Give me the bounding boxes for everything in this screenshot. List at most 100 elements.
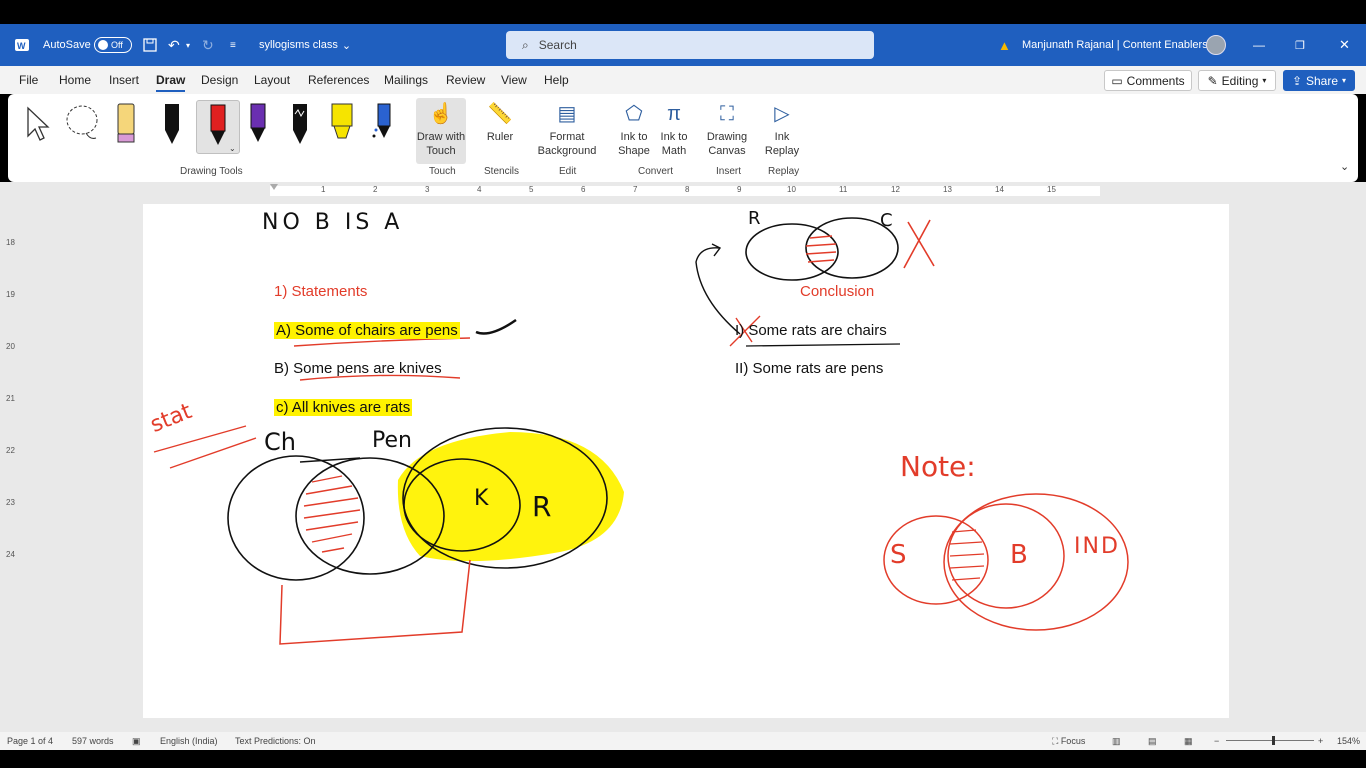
conclusion-1[interactable]: I) Some rats are chairs: [735, 322, 887, 339]
vruler-tick: 24: [6, 550, 15, 559]
group-insert: Insert: [716, 166, 742, 177]
ink-r: R: [532, 490, 552, 523]
horizontal-ruler[interactable]: 1 2 3 4 5 6 7 8 9 10 11 12 13 14 15: [270, 184, 1106, 198]
highlighter-yellow-icon[interactable]: [324, 100, 360, 150]
zoom-in-icon[interactable]: +: [1318, 736, 1323, 746]
zoom-level[interactable]: 154%: [1337, 736, 1360, 746]
restore-icon[interactable]: ❐: [1295, 24, 1305, 66]
pen-black-icon[interactable]: [154, 100, 190, 150]
tab-review[interactable]: Review: [446, 73, 485, 87]
user-name[interactable]: Manjunath Rajanal | Content Enablers: [1022, 24, 1208, 66]
minimize-icon[interactable]: —: [1253, 24, 1265, 66]
text-predictions[interactable]: Text Predictions: On: [235, 736, 316, 746]
print-layout-icon[interactable]: ▤: [1148, 736, 1157, 747]
tab-draw[interactable]: Draw: [156, 73, 186, 92]
read-mode-icon[interactable]: ▥: [1112, 736, 1121, 747]
pen-purple-icon[interactable]: [240, 100, 276, 150]
group-convert: Convert: [638, 166, 674, 177]
customize-toolbar-icon[interactable]: ≡: [230, 24, 236, 66]
comments-button[interactable]: ▭ Comments: [1104, 70, 1192, 91]
collapse-ribbon-icon[interactable]: ⌄: [1340, 160, 1349, 173]
group-drawing-tools: Drawing Tools: [180, 166, 243, 177]
tab-view[interactable]: View: [501, 73, 527, 87]
document-title[interactable]: syllogisms class ⌄: [259, 24, 351, 66]
lasso-select-icon[interactable]: [64, 100, 104, 150]
vruler-tick: 22: [6, 446, 15, 455]
tab-insert[interactable]: Insert: [109, 73, 139, 87]
vruler-tick: 18: [6, 238, 15, 247]
ink-to-shape-label: Ink to Shape: [618, 131, 650, 157]
format-background-button[interactable]: ▤ Format Background: [534, 98, 600, 158]
editing-button[interactable]: ✎ Editing ▾: [1198, 70, 1276, 91]
ink-to-shape-button[interactable]: ⬠ Ink to Shape: [616, 98, 652, 158]
statement-b[interactable]: B) Some pens are knives: [274, 360, 442, 377]
page-count[interactable]: Page 1 of 4: [7, 736, 53, 746]
tab-layout[interactable]: Layout: [254, 73, 290, 87]
save-icon[interactable]: [143, 24, 157, 66]
ruler-tick: 10: [787, 185, 796, 194]
search-box[interactable]: ⌕ Search: [506, 31, 874, 59]
web-layout-icon[interactable]: ▦: [1184, 736, 1193, 747]
statement-a-text: A) Some of chairs are pens: [274, 322, 460, 339]
language[interactable]: English (India): [160, 736, 218, 746]
tab-design[interactable]: Design: [201, 73, 238, 87]
share-icon: ⇪: [1291, 73, 1302, 88]
conclusion-heading[interactable]: Conclusion: [800, 283, 874, 300]
tab-file[interactable]: File: [19, 73, 38, 87]
pen-red-icon[interactable]: ⌄: [196, 100, 240, 154]
draw-with-touch-button[interactable]: ☝ Draw with Touch: [416, 98, 466, 164]
undo-icon[interactable]: ↶: [168, 24, 180, 66]
statement-c[interactable]: c) All knives are rats: [274, 399, 413, 416]
ruler-tick: 12: [891, 185, 900, 194]
bottom-edge: [0, 750, 1366, 768]
chevron-down-icon: ▾: [1342, 76, 1347, 85]
warning-icon[interactable]: ▲: [998, 24, 1011, 66]
ruler-button[interactable]: 📏 Ruler: [480, 98, 520, 144]
close-icon[interactable]: ✕: [1339, 24, 1350, 66]
ruler-tick: 2: [373, 185, 378, 194]
comment-icon: ▭: [1111, 73, 1123, 88]
conclusion-2[interactable]: II) Some rats are pens: [735, 360, 883, 377]
pen-blue-glitter-icon[interactable]: [366, 100, 402, 150]
avatar[interactable]: [1206, 24, 1226, 66]
statements-heading[interactable]: 1) Statements: [274, 283, 367, 300]
group-touch: Touch: [429, 166, 456, 177]
share-button[interactable]: ⇪ Share ▾: [1283, 70, 1355, 91]
ink-to-math-icon: π: [667, 103, 681, 125]
word-count[interactable]: 597 words: [72, 736, 114, 746]
chevron-down-icon: ▾: [1262, 76, 1267, 85]
drawing-canvas-button[interactable]: ⛶ Drawing Canvas: [702, 98, 752, 158]
vertical-ruler[interactable]: 18 19 20 21 22 23 24: [0, 200, 18, 720]
vruler-tick: 20: [6, 342, 15, 351]
screen: W AutoSave Off ↶ ▾ ↻ ≡ syllogisms class ⌄…: [0, 0, 1366, 768]
autosave-toggle[interactable]: Off: [94, 24, 132, 66]
ruler-tick: 11: [839, 185, 848, 194]
ink-heading: NO B IS A: [262, 210, 404, 235]
tab-references[interactable]: References: [308, 73, 369, 87]
document-page[interactable]: [143, 204, 1229, 718]
eraser-icon[interactable]: [110, 100, 146, 150]
ruler-label: Ruler: [486, 131, 514, 143]
hand-touch-icon: ☝: [428, 103, 454, 125]
zoom-slider-thumb[interactable]: [1272, 736, 1275, 745]
tab-help[interactable]: Help: [544, 73, 569, 87]
focus-button[interactable]: ⛶ Focus: [1052, 736, 1085, 747]
group-stencils: Stencils: [484, 166, 520, 177]
redo-icon[interactable]: ↻: [202, 24, 214, 66]
select-arrow-icon[interactable]: [22, 100, 58, 150]
tab-home[interactable]: Home: [59, 73, 91, 87]
ink-replay-button[interactable]: ▷ Ink Replay: [762, 98, 802, 158]
tab-mailings[interactable]: Mailings: [384, 73, 428, 87]
statement-a[interactable]: A) Some of chairs are pens: [274, 322, 460, 339]
zoom-out-icon[interactable]: −: [1214, 736, 1219, 746]
replay-icon: ▷: [774, 103, 790, 125]
pen-galaxy-icon[interactable]: [282, 100, 318, 150]
ink-to-math-button[interactable]: π Ink to Math: [656, 98, 692, 158]
zoom-slider[interactable]: [1226, 740, 1314, 741]
ruler-tick: 14: [995, 185, 1004, 194]
undo-dropdown-icon[interactable]: ▾: [186, 24, 190, 66]
proofing-icon[interactable]: ▣: [132, 736, 141, 747]
ruler-icon: 📏: [487, 103, 513, 125]
ink-venn-c: C: [880, 210, 893, 231]
ink-s: S: [890, 540, 907, 570]
